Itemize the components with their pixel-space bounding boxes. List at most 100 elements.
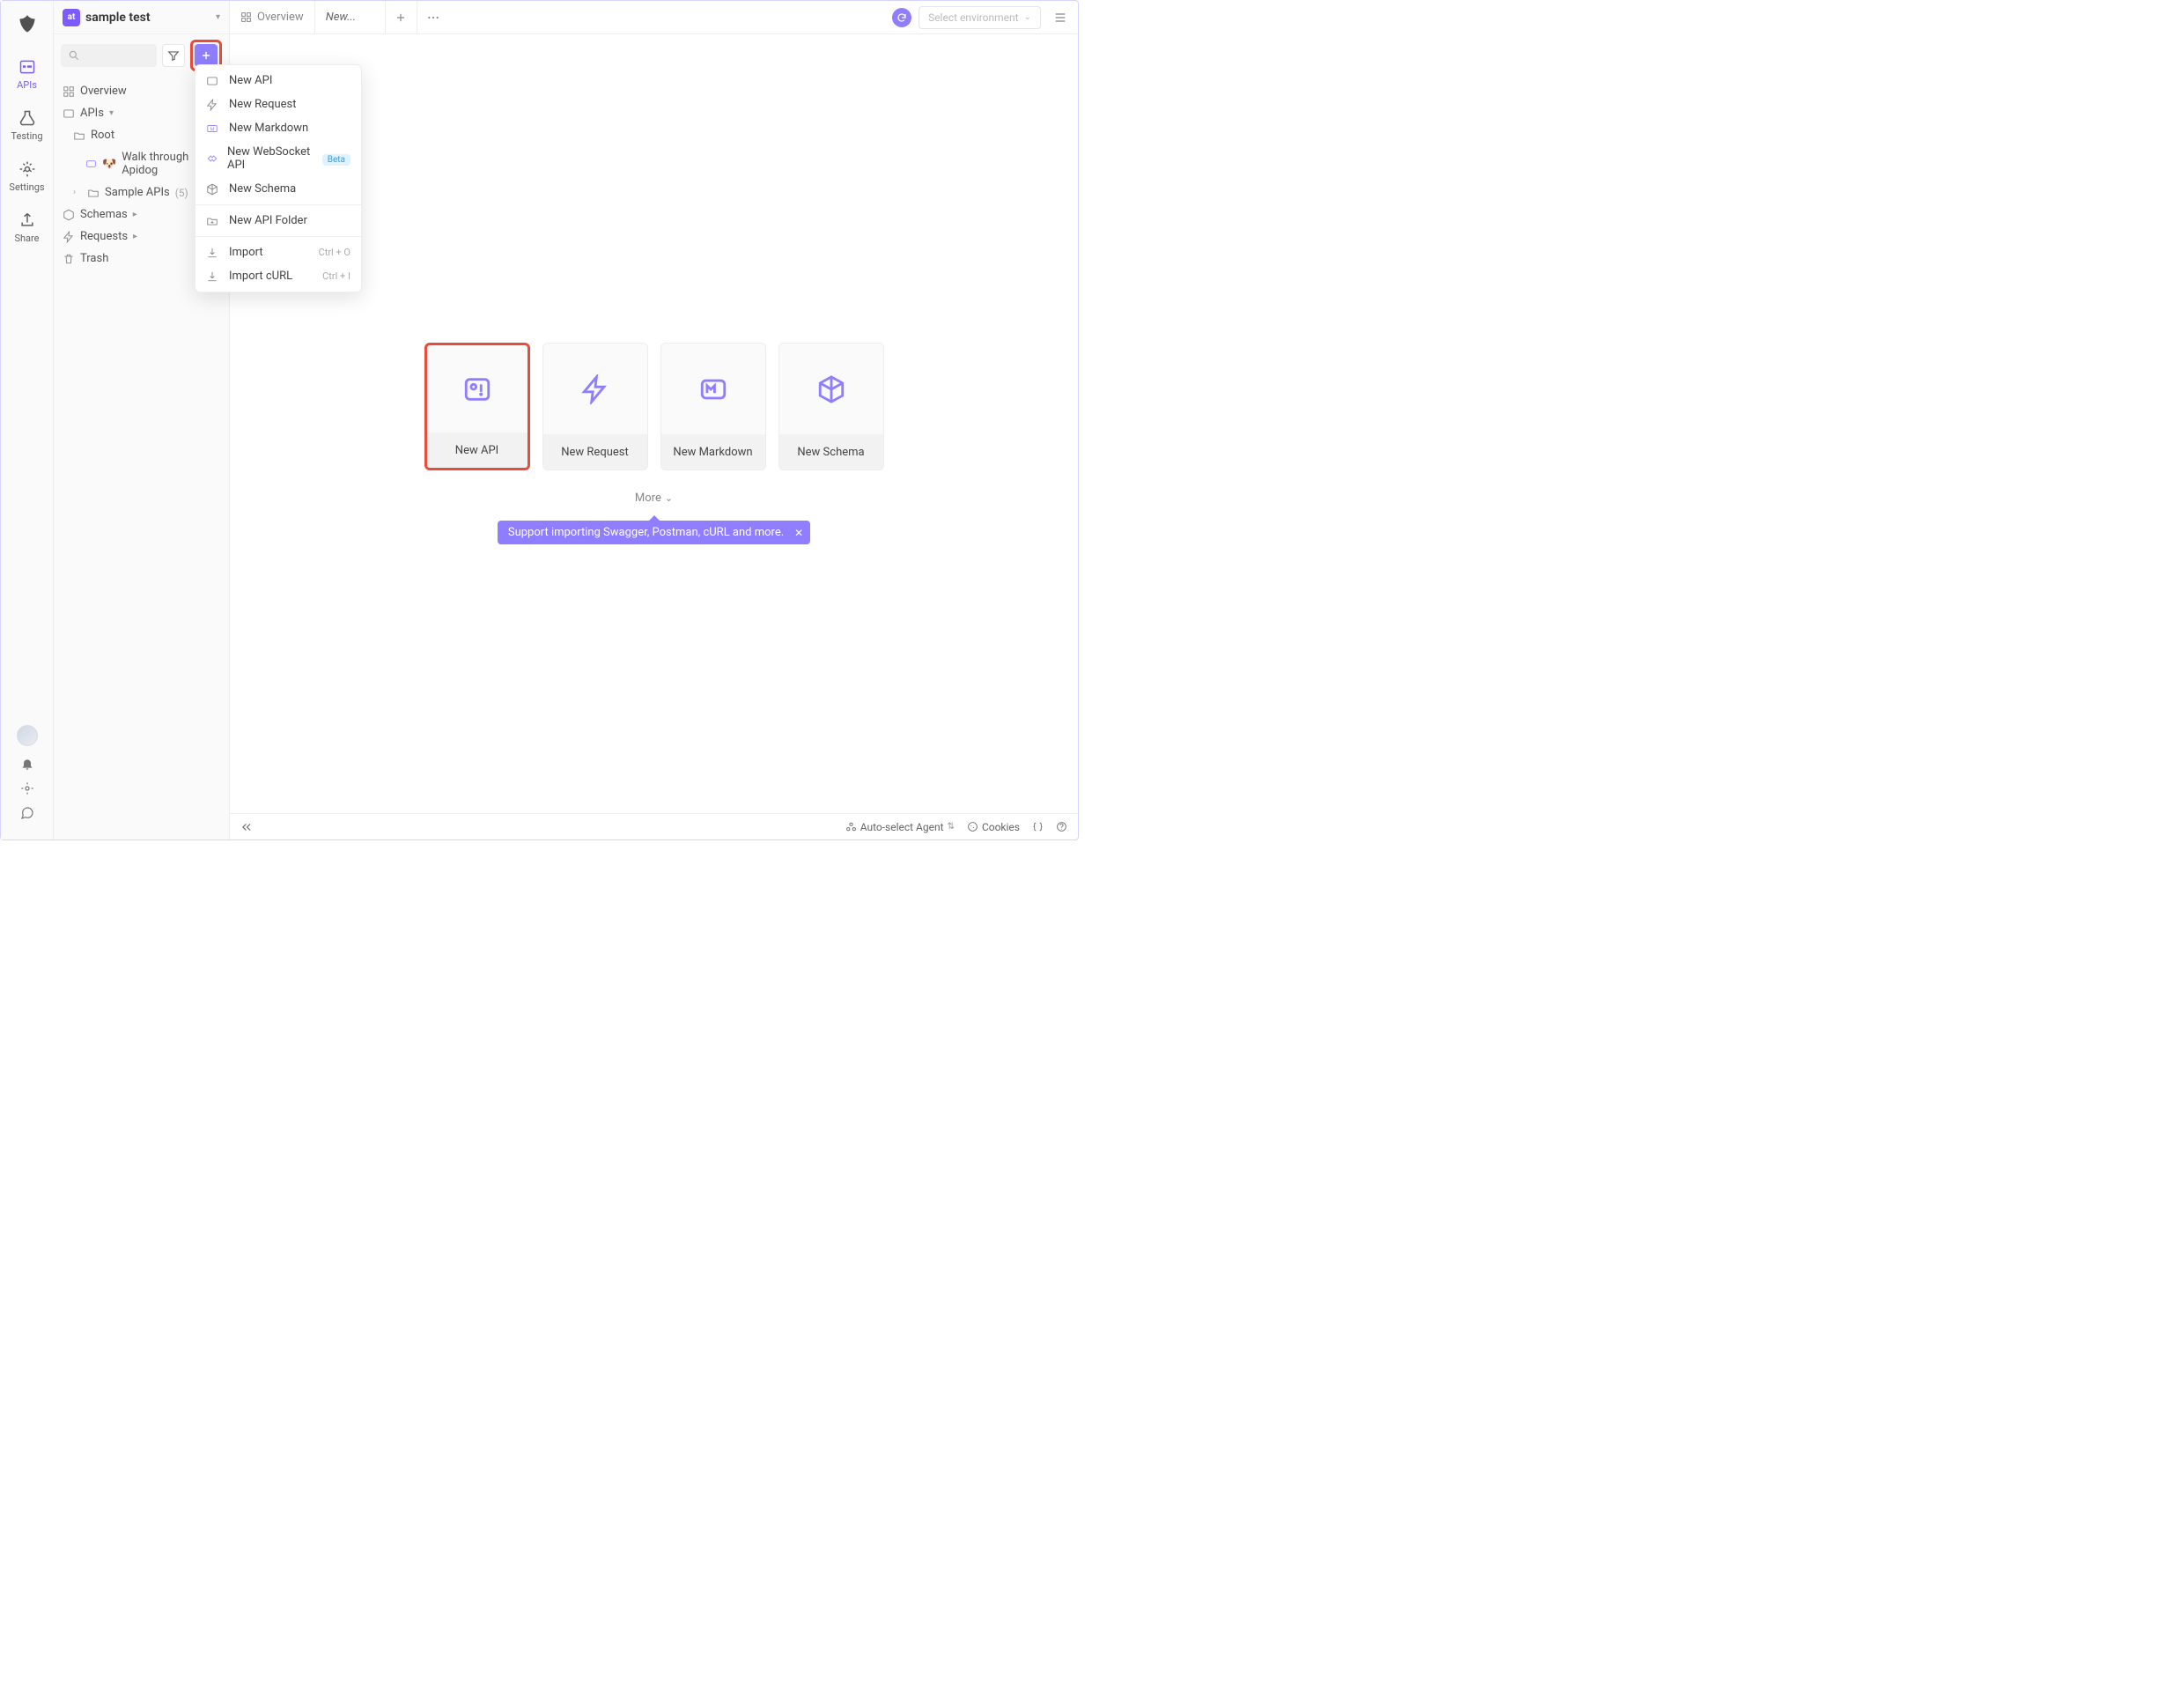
dd-label: New Request	[229, 98, 296, 111]
plus-icon	[200, 49, 212, 62]
cube-icon	[63, 209, 75, 221]
user-avatar[interactable]	[17, 725, 38, 746]
footer-label: Auto-select Agent	[860, 821, 944, 833]
footer-vars[interactable]	[1032, 821, 1044, 832]
footer-cookies[interactable]: Cookies	[967, 821, 1020, 833]
api-large-icon	[427, 345, 528, 433]
dd-new-api[interactable]: New API	[196, 69, 361, 92]
svg-text:M: M	[210, 127, 215, 132]
gear-small-icon[interactable]	[17, 781, 38, 795]
rail-label: Testing	[1, 130, 53, 142]
api-section-icon	[63, 107, 75, 120]
braces-icon	[1032, 821, 1044, 832]
card-new-request[interactable]: New Request	[542, 343, 648, 470]
card-new-schema[interactable]: New Schema	[778, 343, 884, 470]
chevron-right-icon: ›	[73, 188, 82, 197]
refresh-icon	[896, 12, 907, 23]
search-icon	[68, 49, 80, 62]
sidebar-search[interactable]	[61, 44, 157, 67]
card-label: New Schema	[779, 434, 883, 470]
collapse-panel[interactable]	[240, 821, 253, 833]
rail-item-testing[interactable]: Testing	[1, 101, 53, 152]
tabbar: Overview New... Select environment ⌄	[230, 1, 1078, 34]
import-tooltip: Support importing Swagger, Postman, cURL…	[498, 521, 810, 544]
tab-add-button[interactable]	[386, 1, 417, 33]
rail-item-apis[interactable]: APIs	[1, 50, 53, 101]
rail-label: APIs	[1, 79, 53, 91]
chevron-down-icon: ⌄	[665, 492, 673, 504]
filter-button[interactable]	[162, 44, 185, 67]
bell-icon[interactable]	[17, 757, 38, 771]
rail-item-settings[interactable]: Settings	[1, 152, 53, 203]
import-icon	[206, 247, 220, 259]
dd-label: Import cURL	[229, 270, 292, 283]
dd-label: Import	[229, 246, 263, 259]
row-label: Overview	[80, 85, 127, 98]
more-link[interactable]: More ⌄	[635, 492, 673, 505]
footer: Auto-select Agent ⇅ Cookies	[230, 813, 1078, 839]
footer-agent[interactable]: Auto-select Agent ⇅	[845, 821, 955, 833]
card-new-api[interactable]: New API	[424, 343, 530, 470]
dd-new-request[interactable]: New Request	[196, 92, 361, 116]
dd-label: New Markdown	[229, 122, 308, 135]
sidebar: at sample test ▾ New API	[54, 1, 230, 839]
cookie-icon	[967, 821, 978, 832]
import-curl-icon	[206, 270, 220, 283]
row-label: Root	[91, 129, 114, 142]
menu-icon	[1053, 11, 1067, 25]
left-rail: APIs Testing Settings Share	[1, 1, 54, 839]
cube-large-icon	[779, 344, 883, 434]
caret-icon: ▸	[133, 232, 137, 241]
rail-item-share[interactable]: Share	[1, 203, 53, 255]
trash-icon	[63, 253, 75, 265]
plus-small-icon	[395, 11, 407, 24]
chevrons-updown-icon: ⇅	[948, 822, 955, 832]
tooltip-close[interactable]: ✕	[794, 527, 803, 539]
dd-label: New API	[229, 74, 272, 87]
row-label: Trash	[80, 252, 108, 265]
dd-new-markdown[interactable]: M New Markdown	[196, 116, 361, 140]
add-dropdown: New API New Request M New Markdown New W…	[195, 64, 362, 292]
card-label: New API	[427, 433, 528, 468]
tab-label: New...	[326, 11, 356, 24]
footer-help[interactable]	[1056, 821, 1067, 832]
card-label: New Request	[543, 434, 647, 470]
md-icon	[85, 158, 97, 170]
run-button[interactable]	[892, 8, 911, 27]
tab-more-button[interactable]	[417, 1, 449, 33]
project-header[interactable]: at sample test ▾	[54, 1, 229, 34]
cube-small-icon	[206, 183, 220, 196]
filter-icon	[167, 49, 180, 62]
dd-label: New API Folder	[229, 214, 307, 227]
tab-menu-button[interactable]	[1048, 11, 1073, 25]
feedback-icon[interactable]	[17, 806, 38, 820]
dd-label: New WebSocket API	[227, 145, 314, 172]
dots-icon	[426, 11, 440, 25]
environment-select[interactable]: Select environment ⌄	[919, 6, 1041, 29]
card-new-markdown[interactable]: New Markdown	[660, 343, 766, 470]
caret-icon: ▸	[133, 210, 137, 219]
settings-rail-icon	[1, 159, 53, 179]
dd-shortcut: Ctrl + I	[322, 270, 350, 282]
dd-new-schema[interactable]: New Schema	[196, 177, 361, 201]
project-icon: at	[63, 9, 80, 26]
api-small-icon	[206, 75, 220, 87]
bolt-large-icon	[543, 344, 647, 434]
share-rail-icon	[1, 211, 53, 230]
dd-new-websocket[interactable]: New WebSocket API Beta	[196, 140, 361, 177]
tab-overview[interactable]: Overview	[230, 1, 315, 33]
tab-new[interactable]: New...	[315, 1, 386, 33]
folder-icon	[87, 187, 100, 199]
dd-import-curl[interactable]: Import cURL Ctrl + I	[196, 264, 361, 288]
grid-icon	[63, 85, 75, 98]
env-placeholder: Select environment	[928, 11, 1019, 24]
beta-badge: Beta	[322, 154, 350, 166]
app-logo[interactable]	[12, 10, 42, 40]
dd-new-folder[interactable]: New API Folder	[196, 209, 361, 233]
help-icon	[1056, 821, 1067, 832]
row-count: (5)	[175, 187, 188, 199]
markdown-large-icon	[661, 344, 765, 434]
rail-label: Share	[1, 233, 53, 244]
dd-import[interactable]: Import Ctrl + O	[196, 240, 361, 264]
websocket-small-icon	[206, 152, 218, 165]
